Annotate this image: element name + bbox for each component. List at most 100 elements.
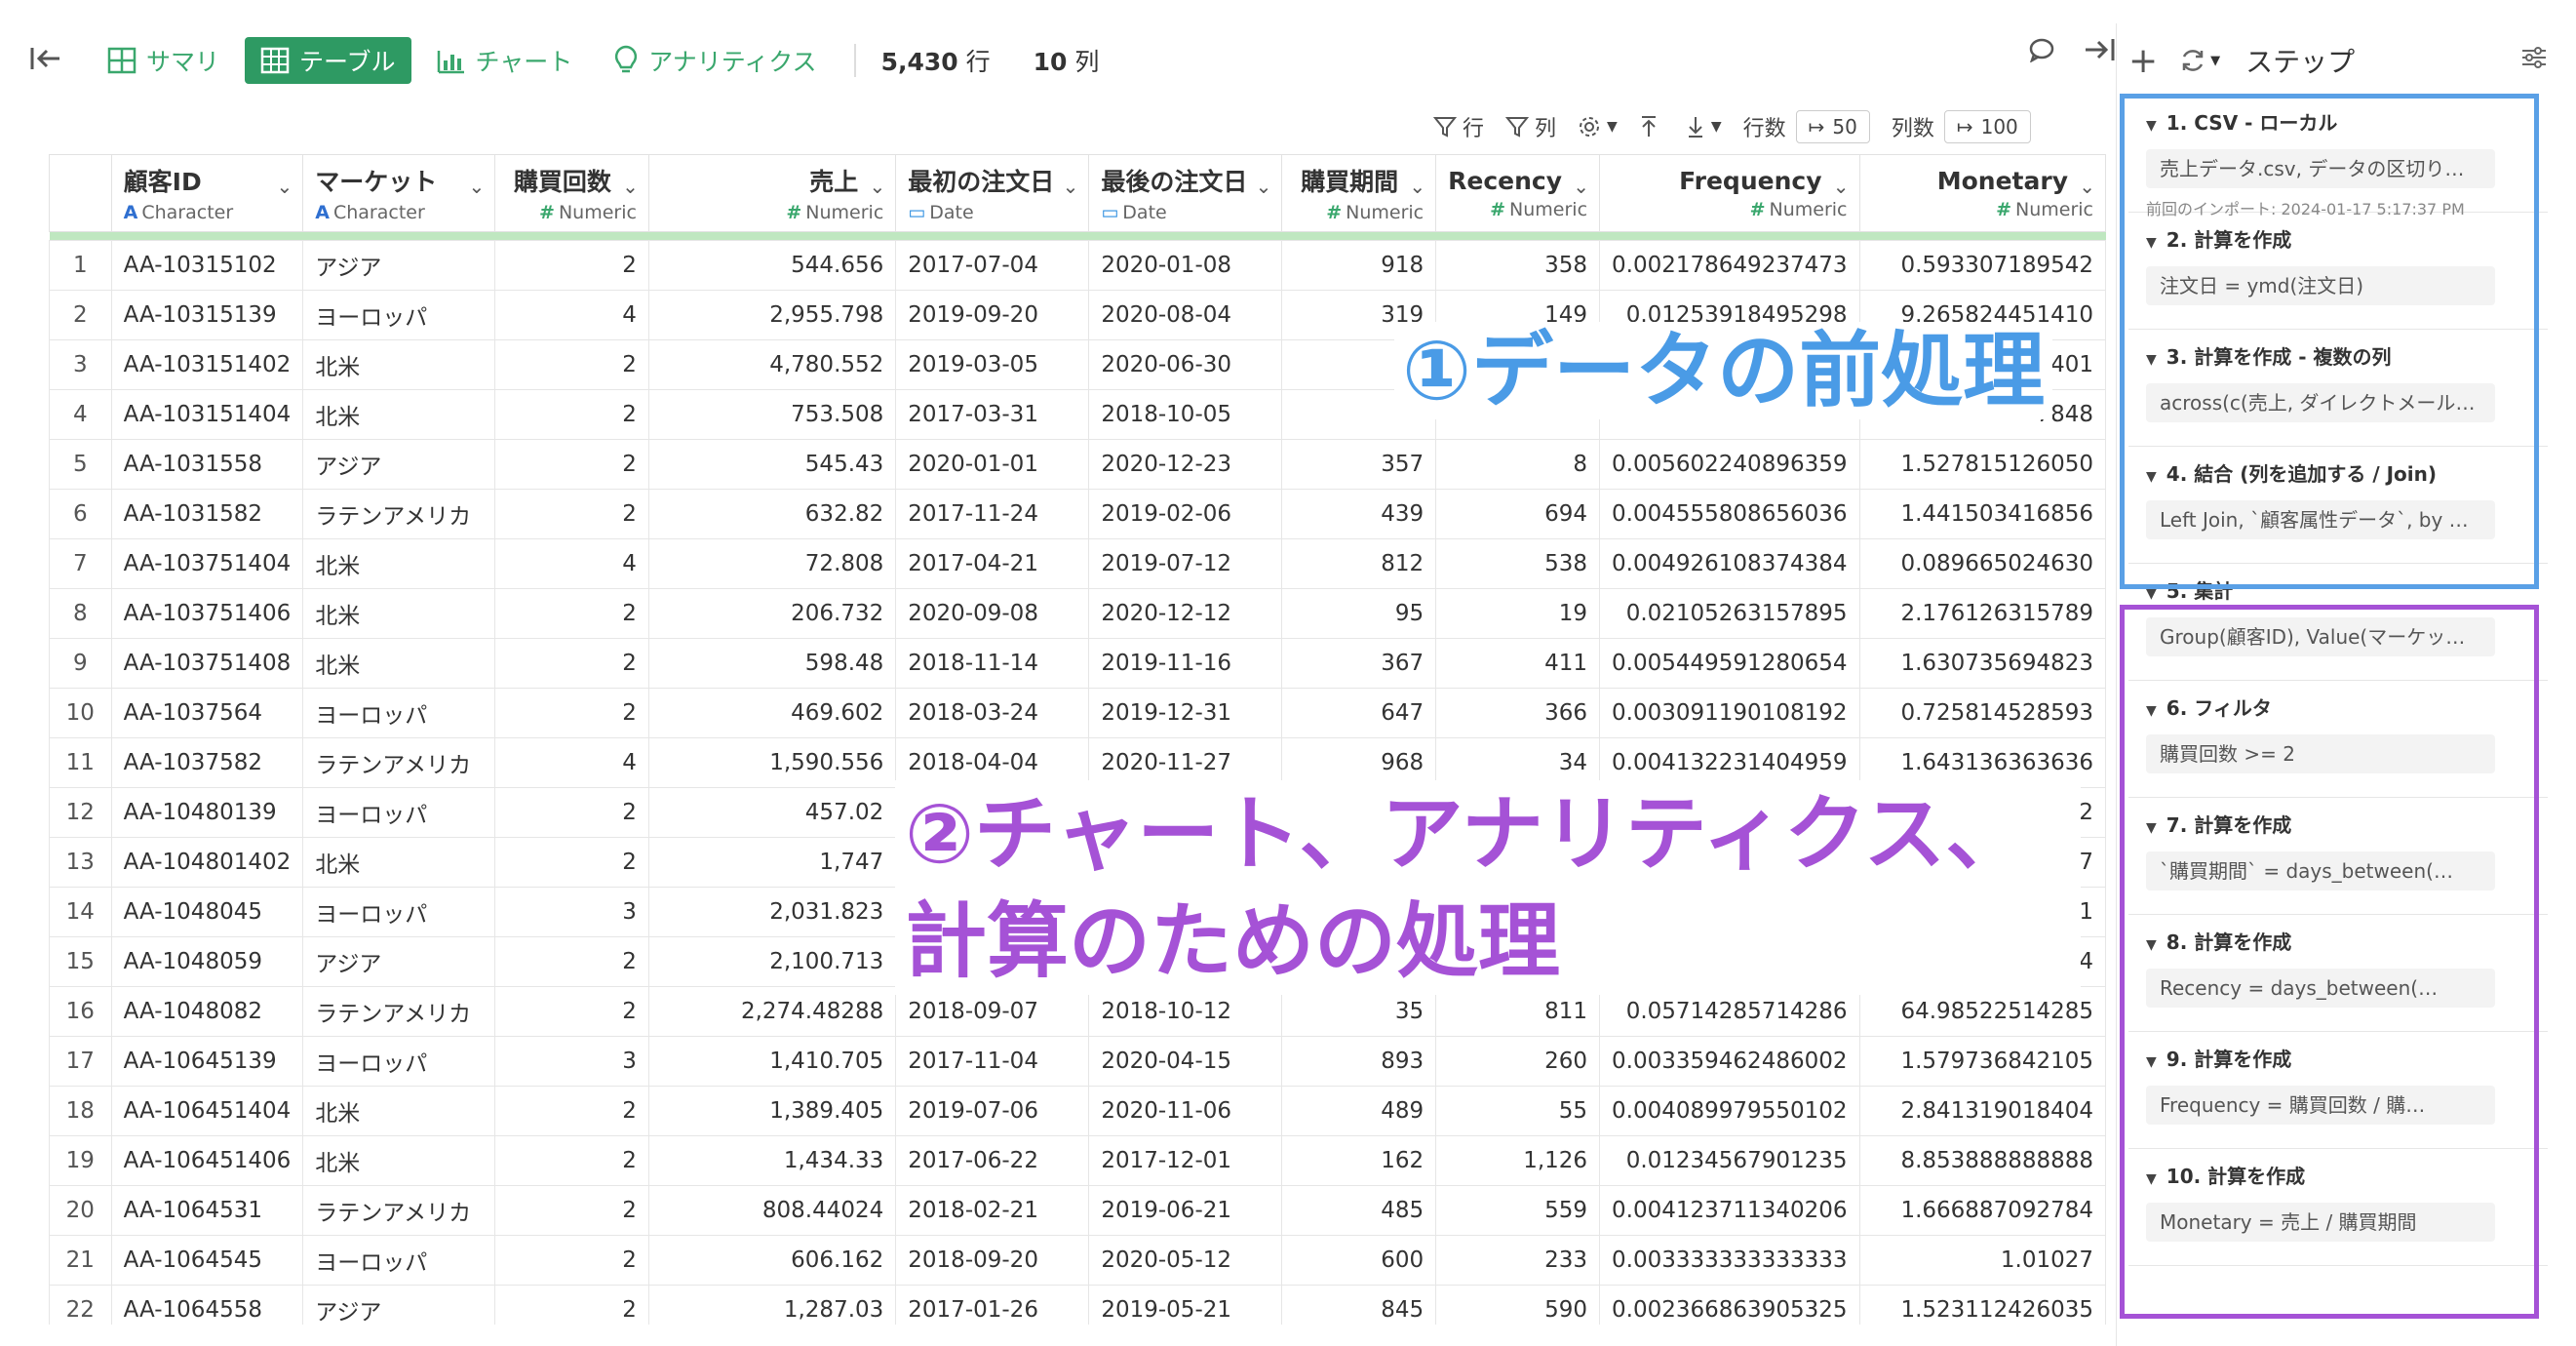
column-name: 最初の注文日 xyxy=(908,168,1055,196)
column-name: 顧客ID xyxy=(123,168,202,196)
column-type-label: Numeric xyxy=(805,202,884,223)
refresh-dropdown[interactable]: ▼ xyxy=(2179,47,2220,74)
settings-dropdown[interactable]: ▼ xyxy=(1578,115,1618,139)
row-number: 4 xyxy=(49,389,112,440)
numeric-type-icon: # xyxy=(1490,198,1506,220)
column-header[interactable]: Frequency ⌄ # Numeric xyxy=(1599,154,1860,232)
table-row[interactable]: 5 AA-1031558 アジア 2 545.43 2020-01-01 2020-12-2… xyxy=(49,439,2106,490)
panel-settings-icon[interactable] xyxy=(2520,45,2548,77)
row-number: 6 xyxy=(49,489,112,539)
rows-limit-input[interactable]: ↦ 50 xyxy=(1795,110,1870,143)
quality-bar-cell xyxy=(1599,231,1859,241)
column-header[interactable]: 売上 ⌄ # Numeric xyxy=(647,154,897,232)
table-row[interactable]: 10 AA-1037564 ヨーロッパ 2 469.602 2018-03-24 2019-… xyxy=(49,688,2106,738)
table-row[interactable]: 1 AA-10315102 アジア 2 544.656 2017-07-04 2020-01… xyxy=(49,240,2106,291)
collapse-left-icon[interactable] xyxy=(29,44,62,77)
chevron-down-icon[interactable]: ⌄ xyxy=(1573,175,1589,198)
lightbulb-icon xyxy=(615,45,638,73)
sort-ascending-button[interactable] xyxy=(1639,115,1664,139)
preprocessing-highlight-frame xyxy=(2120,94,2539,589)
table-cell: AA-103751404 xyxy=(110,538,304,589)
annotation-chart-line1: ②チャート、アナリティクス、 xyxy=(905,786,2028,882)
analytics-tab[interactable]: アナリティクス xyxy=(598,37,832,84)
numeric-type-icon: # xyxy=(539,202,555,223)
table-cell: 北米 xyxy=(302,1086,496,1136)
table-tab[interactable]: テーブル xyxy=(245,37,411,84)
column-type: # Numeric xyxy=(1612,199,1848,220)
column-header[interactable]: 最初の注文日 ⌄ ▭ Date xyxy=(895,154,1090,232)
column-count-value: 10 xyxy=(1033,48,1068,76)
column-header[interactable]: Monetary ⌄ # Numeric xyxy=(1858,154,2106,232)
chevron-down-icon[interactable]: ⌄ xyxy=(1063,175,1079,198)
columns-limit-input[interactable]: ↦ 100 xyxy=(1943,110,2031,143)
table-row[interactable]: 8 AA-103751406 北米 2 206.732 2020-09-08 2020-12… xyxy=(49,588,2106,639)
table-cell: AA-1031582 xyxy=(110,489,304,539)
table-cell: 72.808 xyxy=(647,538,897,589)
column-header[interactable]: 購買期間 ⌄ # Numeric xyxy=(1281,154,1437,232)
column-type: ▭ Date xyxy=(908,202,1076,223)
table-cell: 753.508 xyxy=(647,389,897,440)
column-header[interactable]: 顧客ID ⌄ A Character xyxy=(110,154,304,232)
column-filter-button[interactable]: 列 xyxy=(1505,111,1556,142)
table-row[interactable]: 18 AA-106451404 北米 2 1,389.405 2019-07-06 2020… xyxy=(49,1086,2106,1136)
table-row[interactable]: 22 AA-1064558 アジア 2 1,287.03 2017-01-26 2019-0… xyxy=(49,1285,2106,1325)
row-number: 16 xyxy=(49,986,112,1037)
chevron-down-icon: ▼ xyxy=(1607,119,1618,135)
chevron-down-icon[interactable]: ⌄ xyxy=(2079,175,2095,198)
chevron-down-icon[interactable]: ⌄ xyxy=(622,175,639,198)
column-header[interactable]: Recency ⌄ # Numeric xyxy=(1435,154,1601,232)
column-name: マーケット xyxy=(315,168,438,196)
steps-panel-header: + ▼ ステップ xyxy=(2128,37,2567,84)
table-row[interactable]: 20 AA-1064531 ラテンアメリカ 2 808.44024 2018-02-21 2… xyxy=(49,1185,2106,1236)
table-cell: 2020-08-04 xyxy=(1088,290,1283,340)
column-name: 最後の注文日 xyxy=(1101,168,1248,196)
table-cell: AA-1064545 xyxy=(110,1235,304,1286)
table-row[interactable]: 19 AA-106451406 北米 2 1,434.33 2017-06-22 2017-… xyxy=(49,1135,2106,1186)
table-row[interactable]: 21 AA-1064545 ヨーロッパ 2 606.162 2018-09-20 2020-… xyxy=(49,1235,2106,1286)
table-cell: 2017-06-22 xyxy=(895,1135,1090,1186)
comment-icon[interactable] xyxy=(2028,37,2055,66)
chevron-down-icon[interactable]: ⌄ xyxy=(1409,175,1425,198)
table-cell: アジア xyxy=(302,936,496,987)
sort-descending-button[interactable]: ▼ xyxy=(1686,115,1722,139)
table-cell: 95 xyxy=(1281,588,1437,639)
table-cell: 2 xyxy=(494,588,649,639)
table-cell: 2 xyxy=(494,1285,649,1325)
table-cell: AA-1048082 xyxy=(110,986,304,1037)
column-type: A Character xyxy=(124,202,292,223)
annotation-chart-processing: ②チャート、アナリティクス、 計算のための処理 xyxy=(895,780,2081,995)
add-step-icon[interactable]: + xyxy=(2128,41,2158,81)
chevron-down-icon[interactable]: ⌄ xyxy=(1833,175,1850,198)
table-row[interactable]: 7 AA-103751404 北米 4 72.808 2017-04-21 2019-07-… xyxy=(49,538,2106,589)
chevron-down-icon[interactable]: ⌄ xyxy=(468,175,485,198)
table-cell: ヨーロッパ xyxy=(302,290,496,340)
table-row[interactable]: 17 AA-10645139 ヨーロッパ 3 1,410.705 2017-11-04 20… xyxy=(49,1036,2106,1087)
summary-tab[interactable]: サマリ xyxy=(92,37,235,84)
table-cell: 1.523112426035 xyxy=(1858,1285,2106,1325)
table-cell: 647 xyxy=(1281,688,1437,738)
row-number: 12 xyxy=(49,787,112,838)
chevron-down-icon[interactable]: ⌄ xyxy=(1256,175,1272,198)
table-icon xyxy=(260,47,290,74)
table-cell: 1,410.705 xyxy=(647,1036,897,1087)
column-header[interactable]: 購買回数 ⌄ # Numeric xyxy=(494,154,649,232)
table-row[interactable]: 9 AA-103751408 北米 2 598.48 2018-11-14 2019-11-… xyxy=(49,638,2106,689)
collapse-right-icon[interactable] xyxy=(2083,35,2116,68)
chart-tab[interactable]: チャート xyxy=(421,37,589,84)
column-header[interactable]: 最後の注文日 ⌄ ▭ Date xyxy=(1088,154,1283,232)
column-name: 購買期間 xyxy=(1301,168,1399,196)
table-cell: 808.44024 xyxy=(647,1185,897,1236)
table-cell: 485 xyxy=(1281,1185,1437,1236)
chevron-down-icon[interactable]: ⌄ xyxy=(870,175,886,198)
row-number: 13 xyxy=(49,837,112,888)
table-cell: 2,955.798 xyxy=(647,290,897,340)
chevron-down-icon: ▼ xyxy=(1710,119,1722,135)
chevron-down-icon[interactable]: ⌄ xyxy=(276,175,293,198)
top-toolbar: サマリ テーブル チャート アナリティクス 5,430 行 10 列 xyxy=(29,23,2135,98)
table-cell: ラテンアメリカ xyxy=(302,1185,496,1236)
table-cell: 366 xyxy=(1435,688,1601,738)
table-cell: 411 xyxy=(1435,638,1601,689)
table-row[interactable]: 6 AA-1031582 ラテンアメリカ 2 632.82 2017-11-24 2019-… xyxy=(49,489,2106,539)
row-filter-button[interactable]: 行 xyxy=(1433,111,1484,142)
column-header[interactable]: マーケット ⌄ A Character xyxy=(302,154,496,232)
